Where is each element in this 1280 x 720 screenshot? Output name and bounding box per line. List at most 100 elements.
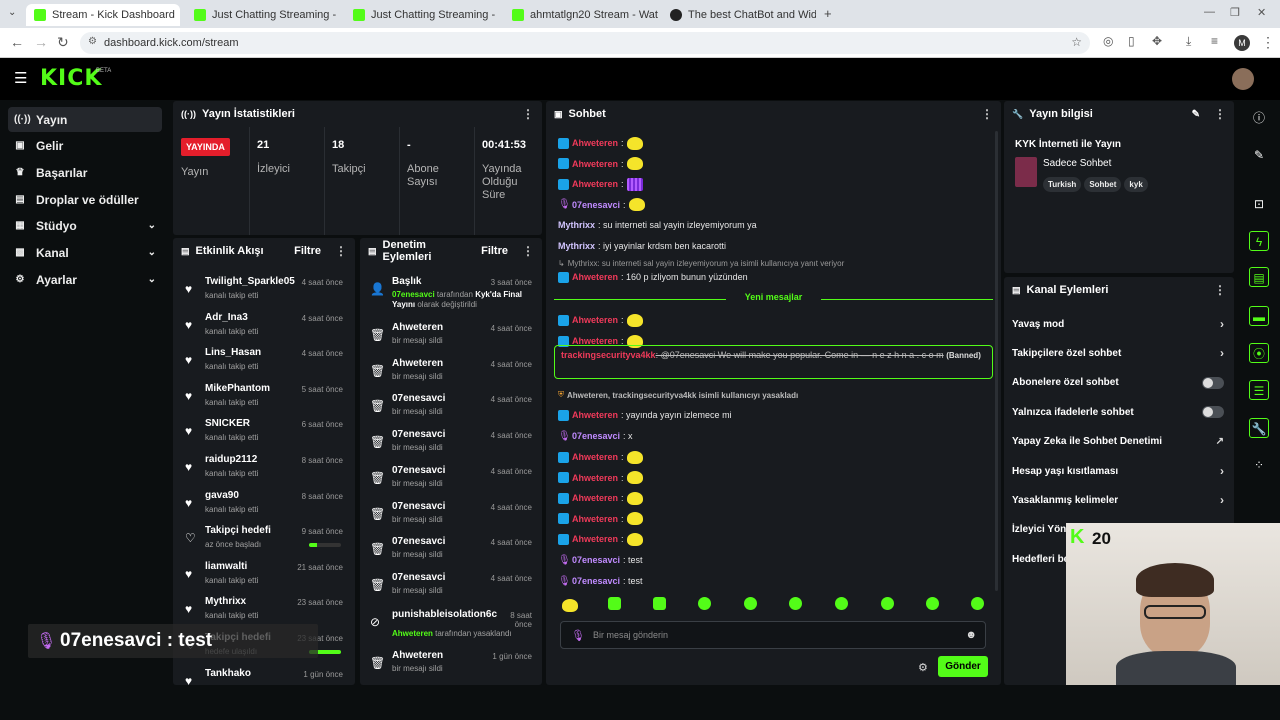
send-button[interactable]: Gönder — [938, 656, 988, 677]
chat-username[interactable]: 07enesavci — [572, 431, 620, 441]
wrench-icon[interactable]: 🔧 — [1249, 418, 1269, 438]
edit-icon[interactable]: ✎ — [1192, 109, 1200, 120]
lightning-icon[interactable]: ϟ — [1249, 231, 1269, 251]
stats-header: ((·)) Yayın İstatistikleri ⋮ — [173, 101, 542, 127]
sidebar-item-droplar[interactable]: ▤ Droplar ve ödüller — [8, 187, 162, 212]
chat-username[interactable]: Ahweteren — [572, 514, 618, 524]
sidebar-item-studyo[interactable]: ▦ Stüdyo ⌄ — [8, 213, 162, 238]
chat-input[interactable]: 🎙 Bir mesaj gönderin ☻ — [560, 621, 986, 649]
more-options-icon[interactable]: ⋮ — [335, 244, 347, 258]
chat-username[interactable]: Ahweteren — [572, 493, 618, 503]
kick-logo[interactable]: KICK — [40, 66, 102, 91]
forward-icon[interactable]: → — [34, 34, 48, 50]
channel-action-item[interactable]: Hesap yaşı kısıtlaması › — [1012, 460, 1224, 482]
bookmark-star-icon[interactable]: ☆ — [1071, 35, 1082, 49]
profile-avatar[interactable]: M — [1234, 35, 1250, 51]
tab-just-chatting-2[interactable]: Just Chatting Streaming - Live S ✕ — [345, 4, 499, 26]
tab-list-icon[interactable]: ⌄ — [8, 7, 16, 18]
download-icon[interactable]: ⤓ — [1186, 34, 1191, 49]
sidebar-item-yayin[interactable]: ((·)) Yayın — [8, 107, 162, 132]
chat-username[interactable]: Ahweteren — [572, 272, 618, 282]
channel-action-item[interactable]: Yapay Zeka ile Sohbet Denetimi ↗ — [1012, 431, 1224, 453]
chat-username[interactable]: Ahweteren — [572, 315, 618, 325]
trash-icon: 🗑 — [370, 656, 386, 670]
emote-icon[interactable] — [926, 597, 939, 610]
clipboard-icon[interactable]: ▤ — [1249, 267, 1269, 287]
tab-ahmtatlgn20[interactable]: ahmtatlgn20 Stream - Watch Li ✕ — [504, 4, 658, 26]
emoji-picker-icon[interactable]: ☻ — [965, 629, 977, 641]
reading-list-icon[interactable]: ≡ — [1211, 34, 1218, 48]
more-options-icon[interactable]: ⋮ — [1214, 283, 1226, 297]
new-tab-button[interactable]: + — [824, 6, 832, 21]
chat-username[interactable]: 07enesavci — [572, 200, 620, 210]
filter-button[interactable]: Filtre — [294, 245, 321, 257]
address-bar[interactable]: ⚙ dashboard.kick.com/stream ☆ — [80, 32, 1090, 54]
chat-username[interactable]: 07enesavci — [572, 555, 620, 565]
chat-username[interactable]: trackingsecurityva4kk — [561, 350, 656, 360]
reload-icon[interactable]: ↻ — [57, 34, 69, 51]
more-options-icon[interactable]: ⋮ — [1214, 107, 1226, 121]
emote-icon[interactable] — [835, 597, 848, 610]
toggle-switch[interactable] — [1202, 376, 1224, 389]
user-avatar[interactable] — [1232, 68, 1254, 90]
window-close-icon[interactable]: ✕ — [1257, 6, 1266, 19]
chat-username[interactable]: Ahweteren — [572, 473, 618, 483]
chat-username[interactable]: Ahweteren — [572, 534, 618, 544]
emote-icon[interactable] — [744, 597, 757, 610]
emote-icon — [626, 491, 643, 505]
emote-icon[interactable] — [653, 597, 666, 610]
site-info-icon[interactable]: ⚙ — [88, 36, 97, 47]
sidebar-item-basarilar[interactable]: ♛ Başarılar — [8, 160, 162, 185]
more-options-icon[interactable]: ⋮ — [522, 244, 534, 258]
chat-scrollbar[interactable] — [995, 131, 998, 591]
channel-action-item[interactable]: Yasaklanmış kelimeler › — [1012, 489, 1224, 511]
device-icon[interactable]: ▯ — [1128, 34, 1135, 48]
back-icon[interactable]: ← — [10, 34, 24, 50]
chat-username[interactable]: Ahweteren — [572, 179, 618, 189]
list-icon[interactable]: ☰ — [1249, 380, 1269, 400]
tab-chatbot[interactable]: The best ChatBot and Widgets ✕ — [662, 4, 816, 26]
more-options-icon[interactable]: ⋮ — [522, 107, 534, 121]
heart-icon: ♥ — [185, 282, 193, 296]
more-options-icon[interactable]: ⋮ — [981, 107, 993, 121]
chat-username[interactable]: Ahweteren — [572, 410, 618, 420]
emote-icon[interactable] — [562, 599, 578, 612]
emote-icon[interactable] — [881, 597, 894, 610]
chat-bubble-icon[interactable]: ▬ — [1249, 306, 1269, 326]
puzzle-icon[interactable]: ✥ — [1152, 34, 1162, 48]
new-messages-divider[interactable]: Yeni mesajlar — [554, 292, 993, 306]
info-icon[interactable]: ⓘ — [1249, 108, 1269, 128]
chat-username[interactable]: Ahweteren — [572, 452, 618, 462]
chat-username[interactable]: Ahweteren — [572, 159, 618, 169]
tab-just-chatting-1[interactable]: Just Chatting Streaming - Live S ✕ — [186, 4, 340, 26]
channel-action-item[interactable]: Abonelere özel sohbet — [1012, 372, 1224, 394]
minimize-icon[interactable]: — — [1204, 6, 1215, 18]
chat-username[interactable]: Mythrixx — [558, 220, 595, 230]
extension-icon[interactable]: ◎ — [1103, 34, 1113, 48]
emote-icon[interactable] — [698, 597, 711, 610]
chat-username[interactable]: 07enesavci — [572, 576, 620, 586]
sidebar-item-ayarlar[interactable]: ⚙ Ayarlar ⌄ — [8, 267, 162, 292]
chat-settings-icon[interactable]: ⚙ — [918, 661, 928, 674]
chat-username[interactable]: Ahweteren — [572, 138, 618, 148]
channel-action-item[interactable]: Yavaş mod › — [1012, 313, 1224, 335]
emote-icon[interactable] — [971, 597, 984, 610]
sidebar-item-gelir[interactable]: ▣ Gelir — [8, 133, 162, 158]
broadcast-icon[interactable]: ⦿ — [1249, 343, 1269, 363]
emote-icon[interactable] — [608, 597, 621, 610]
sidebar-item-kanal[interactable]: ▩ Kanal ⌄ — [8, 240, 162, 265]
focus-icon[interactable]: ⊡ — [1249, 194, 1269, 214]
browser-menu-icon[interactable]: ⋮ — [1261, 34, 1275, 51]
chat-text: : iyi yayinlar krdsm ben kacarotti — [598, 241, 727, 251]
channel-action-item[interactable]: Yalnızca ifadelerle sohbet — [1012, 401, 1224, 423]
apps-icon[interactable]: ⁘ — [1249, 455, 1269, 475]
emote-icon[interactable] — [789, 597, 802, 610]
tab-stream-dashboard[interactable]: Stream - Kick Dashboard ✕ — [26, 4, 180, 26]
channel-action-item[interactable]: Takipçilere özel sohbet › — [1012, 342, 1224, 364]
maximize-icon[interactable]: ❐ — [1230, 6, 1240, 19]
edit-icon[interactable]: ✎ — [1249, 145, 1269, 165]
chat-username[interactable]: Mythrixx — [558, 241, 595, 251]
toggle-switch[interactable] — [1202, 406, 1224, 419]
filter-button[interactable]: Filtre — [481, 245, 508, 257]
hamburger-menu-icon[interactable]: ☰ — [14, 69, 27, 87]
